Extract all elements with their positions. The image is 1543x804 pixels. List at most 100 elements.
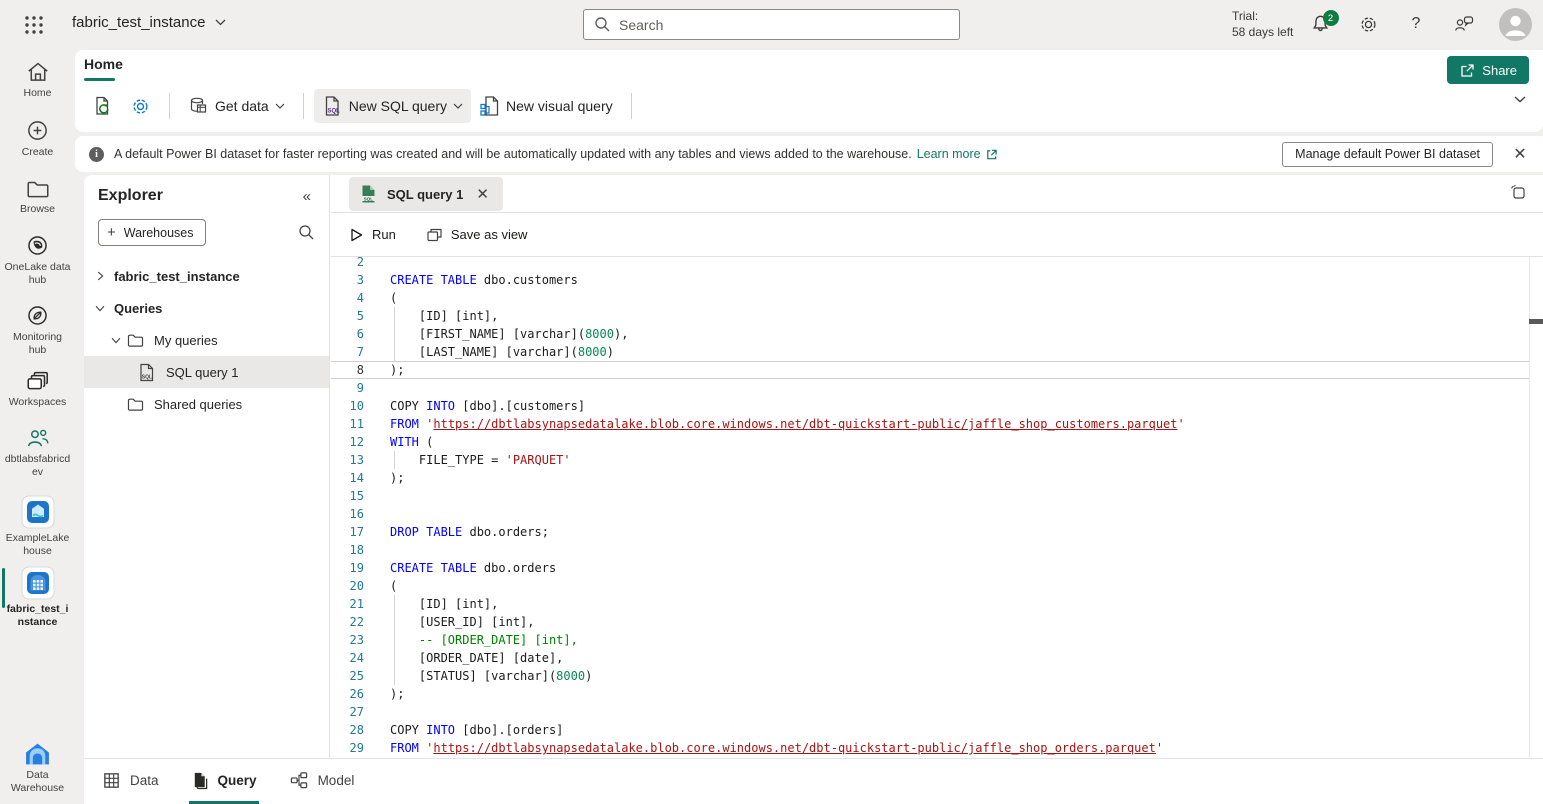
close-icon[interactable]: ✕ (1505, 144, 1535, 164)
rail-item-create[interactable]: Create (0, 118, 75, 159)
view-tab-query[interactable]: Query (189, 759, 259, 804)
rail-item-browse[interactable]: Browse (0, 177, 75, 216)
code-text: [FIRST_NAME] [varchar](8000), (364, 325, 628, 343)
save-as-view-button[interactable]: Save as view (426, 227, 528, 243)
code-line-20[interactable]: 20( (331, 577, 1529, 595)
new-visual-query-button[interactable]: New visual query (471, 89, 621, 123)
code-line-29[interactable]: 29FROM 'https://dbtlabsynapsedatalake.bl… (331, 739, 1529, 757)
code-line-7[interactable]: 7 [LAST_NAME] [varchar](8000) (331, 343, 1529, 361)
collapse-ribbon-button[interactable] (1514, 96, 1526, 103)
code-line-14[interactable]: 14); (331, 469, 1529, 487)
code-line-22[interactable]: 22 [USER_ID] [int], (331, 613, 1529, 631)
code-line-8[interactable]: 8); (331, 361, 1529, 379)
line-number: 19 (331, 559, 364, 577)
new-sql-query-button[interactable]: SQL New SQL query (314, 89, 471, 123)
line-number: 23 (331, 631, 364, 649)
settings-warehouse-button[interactable] (122, 90, 159, 123)
rail-item-monitoring-hub[interactable]: Monitoring hub (0, 303, 75, 357)
refresh-dataset-button[interactable] (84, 89, 122, 123)
collapse-explorer-icon[interactable]: « (303, 188, 311, 205)
code-line-26[interactable]: 26); (331, 685, 1529, 703)
rail-item-examplelakehouse[interactable]: ExampleLakehouse (0, 495, 75, 558)
run-button[interactable]: Run (349, 227, 396, 243)
chevron-down-icon[interactable] (93, 301, 110, 315)
info-banner: i A default Power BI dataset for faster … (75, 136, 1543, 172)
notifications-button[interactable]: 2 (1302, 6, 1338, 42)
code-line-21[interactable]: 21 [ID] [int], (331, 595, 1529, 613)
view-tab-label: Data (130, 773, 159, 788)
rail-item-home[interactable]: Home (0, 60, 75, 100)
tree-item-queries[interactable]: Queries (84, 292, 329, 324)
view-tab-model[interactable]: Model (287, 759, 357, 804)
copy-icon[interactable] (1509, 183, 1529, 203)
query-tab[interactable]: SQL SQL query 1 ✕ (349, 177, 503, 211)
share-label: Share (1482, 63, 1517, 78)
tree-item-my-queries[interactable]: My queries (84, 324, 329, 356)
code-line-2[interactable]: 2 (331, 257, 1529, 271)
code-line-13[interactable]: 13 FILE_TYPE = 'PARQUET' (331, 451, 1529, 469)
code-line-15[interactable]: 15 (331, 487, 1529, 505)
feedback-button[interactable] (1446, 6, 1482, 42)
code-line-19[interactable]: 19CREATE TABLE dbo.orders (331, 559, 1529, 577)
tree-item-fabric-test-instance[interactable]: fabric_test_instance (84, 260, 329, 292)
add-warehouses-button[interactable]: + Warehouses (98, 219, 206, 246)
code-line-24[interactable]: 24 [ORDER_DATE] [date], (331, 649, 1529, 667)
code-line-16[interactable]: 16 (331, 505, 1529, 523)
editor-scrollbar[interactable] (1529, 257, 1543, 758)
workspace-switcher[interactable]: fabric_test_instance (72, 14, 226, 31)
close-icon[interactable]: ✕ (472, 185, 493, 203)
workspaces-icon (25, 369, 51, 393)
warehouses-label: Warehouses (124, 226, 194, 240)
help-button[interactable]: ? (1398, 6, 1434, 42)
code-line-3[interactable]: 3CREATE TABLE dbo.customers (331, 271, 1529, 289)
tree-item-shared-queries[interactable]: Shared queries (84, 388, 329, 420)
code-line-12[interactable]: 12WITH ( (331, 433, 1529, 451)
main-panel: Explorer « + Warehouses fabric_test_inst… (84, 175, 1543, 804)
account-avatar[interactable] (1499, 8, 1532, 41)
play-icon (349, 227, 364, 243)
code-line-11[interactable]: 11FROM 'https://dbtlabsynapsedatalake.bl… (331, 415, 1529, 433)
settings-button[interactable] (1350, 6, 1386, 42)
code-line-4[interactable]: 4( (331, 289, 1529, 307)
tree-item-sql-query-1[interactable]: SQLSQL query 1 (84, 356, 329, 388)
rail-item-dbtlabsfabricdev[interactable]: dbtlabsfabricdev (0, 426, 75, 479)
manage-dataset-button[interactable]: Manage default Power BI dataset (1282, 142, 1493, 167)
learn-more-link[interactable]: Learn more (917, 147, 998, 161)
code-line-5[interactable]: 5 [ID] [int], (331, 307, 1529, 325)
chevron-right-icon[interactable] (93, 269, 110, 283)
code-text (364, 257, 390, 271)
rail-item-workspaces[interactable]: Workspaces (0, 369, 75, 409)
rail-item-data-warehouse[interactable]: Data Warehouse (0, 742, 75, 795)
rail-item-label: OneLake data hub (5, 261, 71, 287)
rail-item-onelake-data-hub[interactable]: OneLake data hub (0, 233, 75, 287)
line-number: 3 (331, 271, 364, 289)
explorer-search-icon[interactable] (298, 224, 315, 241)
search-input[interactable]: Search (583, 9, 960, 40)
code-text: COPY INTO [dbo].[orders] (364, 721, 563, 739)
code-line-18[interactable]: 18 (331, 541, 1529, 559)
app-launcher-icon[interactable] (22, 13, 46, 37)
view-tab-data[interactable]: Data (100, 759, 161, 804)
code-text: [USER_ID] [int], (364, 613, 535, 631)
rail-item-fabric-test-instance[interactable]: fabric_test_instance (0, 566, 75, 629)
code-line-25[interactable]: 25 [STATUS] [varchar](8000) (331, 667, 1529, 685)
get-data-button[interactable]: Get data (180, 90, 293, 123)
workspace-name: fabric_test_instance (72, 14, 205, 31)
code-line-27[interactable]: 27 (331, 703, 1529, 721)
search-placeholder: Search (619, 17, 663, 33)
code-line-17[interactable]: 17DROP TABLE dbo.orders; (331, 523, 1529, 541)
code-line-9[interactable]: 9 (331, 379, 1529, 397)
code-line-28[interactable]: 28COPY INTO [dbo].[orders] (331, 721, 1529, 739)
chevron-down-icon[interactable] (109, 333, 126, 347)
external-link-icon (985, 148, 998, 161)
code-line-10[interactable]: 10COPY INTO [dbo].[customers] (331, 397, 1529, 415)
code-text: ( (364, 577, 397, 595)
code-line-6[interactable]: 6 [FIRST_NAME] [varchar](8000), (331, 325, 1529, 343)
code-editor[interactable]: 23CREATE TABLE dbo.customers4(5 [ID] [in… (331, 257, 1529, 758)
code-line-23[interactable]: 23 -- [ORDER_DATE] [int], (331, 631, 1529, 649)
code-text: CREATE TABLE dbo.customers (364, 271, 578, 289)
share-button[interactable]: Share (1447, 56, 1529, 84)
tab-home[interactable]: Home (84, 56, 123, 72)
query-tab-label: SQL query 1 (387, 187, 463, 202)
lakehouse-icon (21, 495, 55, 529)
